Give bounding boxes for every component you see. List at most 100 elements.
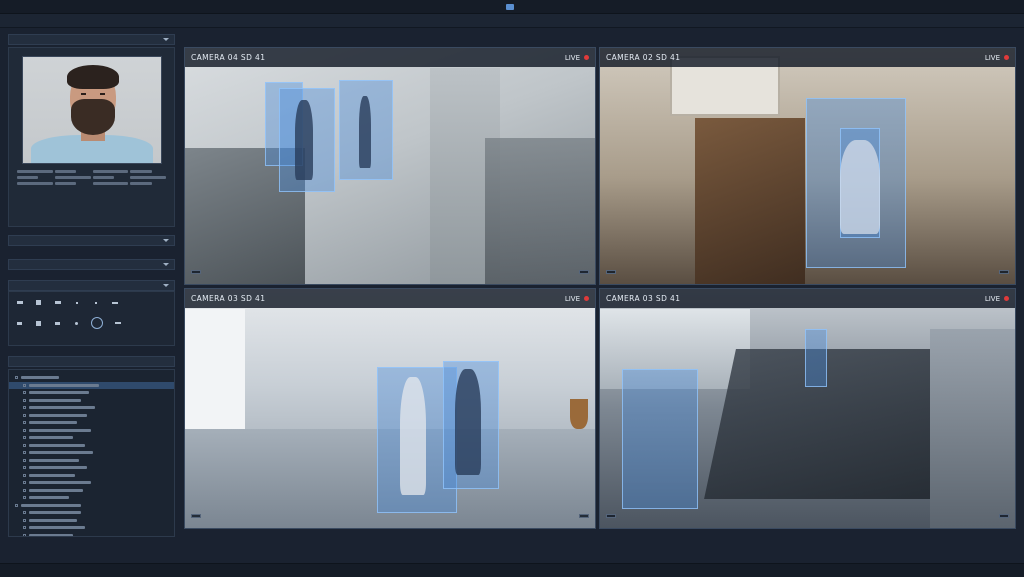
info-field [92,170,129,173]
camera-list-item[interactable] [9,419,174,427]
resolution-badge [579,514,589,518]
live-label: LIVE [984,53,1000,62]
corridor [930,329,1015,528]
caret-icon[interactable] [163,239,169,242]
checkbox-icon[interactable] [23,451,26,455]
checkbox-icon[interactable] [15,503,18,507]
camera-list-label [29,383,99,387]
camera-list-label [29,436,73,440]
live-dot-icon [1004,296,1009,301]
collapsed-sections [8,235,175,291]
caret-icon[interactable] [163,284,169,287]
detection-box[interactable] [805,329,827,387]
camera-list-header[interactable] [8,356,175,367]
checkbox-icon[interactable] [23,398,26,402]
pause-button[interactable] [34,319,43,328]
camera-list-item[interactable] [9,509,174,517]
camera-list-item[interactable] [9,472,174,480]
camera-footer [191,266,589,278]
camera-list-item[interactable] [9,389,174,397]
camera-list-label [29,458,79,462]
speed-dial[interactable] [91,317,103,329]
checkbox-icon[interactable] [23,481,26,485]
camera-list-item[interactable] [9,457,174,465]
frame-back-button[interactable] [72,298,81,307]
section-header[interactable] [8,280,175,291]
camera-list-item[interactable] [9,442,174,450]
checkbox-icon[interactable] [23,466,26,470]
camera-list-item[interactable] [9,517,174,525]
camera-list-item[interactable] [9,532,174,536]
camera-feed-3[interactable]: CAMERA 03 SD 41 LIVE [184,288,596,529]
camera-list-item[interactable] [9,427,174,435]
profile-panel-header[interactable] [8,34,175,45]
camera-list-label [29,413,87,417]
camera-list-label [29,518,77,522]
forward-icon [54,301,61,304]
checkbox-icon[interactable] [23,488,26,492]
live-indicator: LIVE [985,54,1009,62]
stop-button[interactable] [34,298,43,307]
camera-feed-2[interactable]: CAMERA 02 SD 41 LIVE [599,47,1016,285]
camera-list-item[interactable] [9,487,174,495]
checkbox-icon[interactable] [23,413,26,417]
checkbox-icon[interactable] [23,473,26,477]
camera-list-item[interactable] [9,449,174,457]
camera-time [606,514,616,518]
checkbox-icon[interactable] [23,391,26,395]
zoom-button[interactable] [113,319,122,328]
checkbox-icon[interactable] [23,496,26,500]
detection-box[interactable] [622,369,698,509]
camera-list-label [29,391,89,395]
checkbox-icon[interactable] [23,421,26,425]
camera-list-item[interactable] [9,381,174,389]
profile-info-grid [17,170,166,185]
checkbox-icon[interactable] [23,436,26,440]
checkbox-icon[interactable] [23,518,26,522]
checkbox-icon[interactable] [23,406,26,410]
camera-list-item[interactable] [9,494,174,502]
live-dot-icon [1004,55,1009,60]
person-figure [400,377,426,495]
session-info [183,540,1016,550]
camera-list-item[interactable] [9,404,174,412]
camera-list-item[interactable] [9,479,174,487]
camera-list-item[interactable] [9,397,174,405]
checkbox-icon[interactable] [23,533,26,536]
checkbox-icon[interactable] [23,443,26,447]
footer-mid [985,515,993,517]
camera-list-item[interactable] [9,412,174,420]
resolution-badge [999,514,1009,518]
frame-back-icon [75,301,78,304]
camera-list-item[interactable] [9,434,174,442]
snapshot-button[interactable] [110,298,119,307]
forward-button[interactable] [53,298,62,307]
camera-list-label [29,526,85,530]
camera-list-item[interactable] [9,374,174,382]
control-row [15,317,168,329]
camera-list-item[interactable] [9,524,174,532]
caret-icon[interactable] [163,263,169,266]
frame-forward-button[interactable] [91,298,100,307]
checkbox-icon[interactable] [23,383,26,387]
play-button[interactable] [15,319,24,328]
camera-name: CAMERA 02 SD 41 [606,53,681,62]
caret-icon[interactable] [163,38,169,41]
rewind-button[interactable] [15,298,24,307]
camera-list-item[interactable] [9,502,174,510]
next-button[interactable] [53,319,62,328]
record-button[interactable] [72,319,81,328]
camera-feed-4[interactable]: CAMERA 03 SD 41 LIVE [599,288,1016,529]
checkbox-icon[interactable] [23,428,26,432]
info-field [54,170,77,173]
checkbox-icon[interactable] [23,526,26,530]
camera-feed-1[interactable]: CAMERA 04 SD 41 LIVE [184,47,596,285]
section-header[interactable] [8,235,175,246]
camera-list-label [21,376,59,380]
checkbox-icon[interactable] [15,376,18,380]
checkbox-icon[interactable] [23,511,26,515]
section-header[interactable] [8,259,175,270]
camera-list-item[interactable] [9,464,174,472]
zoom-icon [114,322,121,324]
checkbox-icon[interactable] [23,458,26,462]
